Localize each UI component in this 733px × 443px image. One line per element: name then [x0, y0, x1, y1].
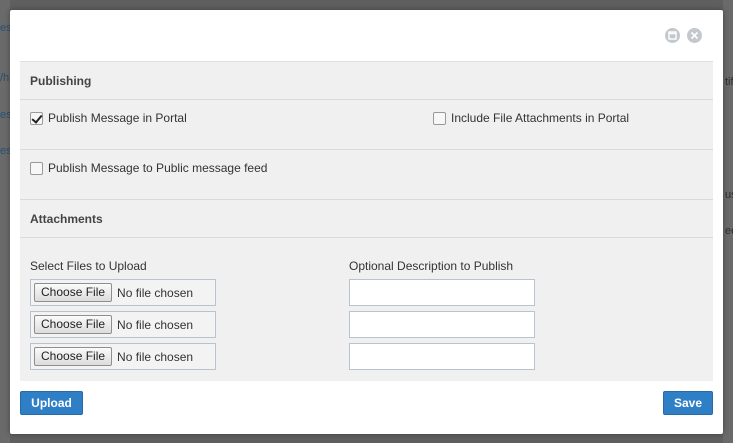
select-files-label: Select Files to Upload: [30, 259, 147, 273]
choose-file-button[interactable]: Choose File: [34, 347, 113, 366]
close-icon[interactable]: [687, 28, 702, 43]
background-page-left: es /h es es: [0, 0, 12, 443]
include-attachments-checkbox[interactable]: [433, 111, 446, 125]
save-button[interactable]: Save: [663, 391, 713, 415]
description-input-1[interactable]: [349, 279, 535, 306]
file-input-3[interactable]: Choose File No file chosen: [30, 343, 216, 370]
upload-button[interactable]: Upload: [20, 391, 83, 415]
background-text: ee: [725, 225, 733, 237]
file-input-1[interactable]: Choose File No file chosen: [30, 279, 216, 306]
choose-file-button[interactable]: Choose File: [34, 315, 113, 334]
divider: [20, 149, 713, 150]
publish-public-feed-checkbox[interactable]: [30, 161, 43, 175]
publish-public-feed-option[interactable]: Publish Message to Public message feed: [30, 161, 267, 175]
dialog-body: Publishing Publish Message in Portal Inc…: [20, 61, 713, 381]
background-page-right: tifi us ee: [723, 0, 733, 443]
description-input-3[interactable]: [349, 343, 535, 370]
publish-public-feed-label: Publish Message to Public message feed: [48, 161, 268, 175]
publish-portal-checkbox[interactable]: [30, 111, 43, 125]
publishing-heading: Publishing: [20, 62, 713, 100]
include-attachments-option[interactable]: Include File Attachments in Portal: [433, 111, 629, 125]
choose-file-button[interactable]: Choose File: [34, 283, 113, 302]
publish-dialog: Publishing Publish Message in Portal Inc…: [10, 10, 723, 434]
file-input-2[interactable]: Choose File No file chosen: [30, 311, 216, 338]
background-text: /h: [0, 72, 10, 84]
maximize-icon[interactable]: [665, 28, 680, 43]
background-text: tifi: [725, 76, 733, 88]
include-attachments-label: Include File Attachments in Portal: [451, 111, 630, 125]
file-status: No file chosen: [117, 285, 194, 300]
background-text: us: [725, 189, 733, 201]
publish-portal-option[interactable]: Publish Message in Portal: [30, 111, 187, 125]
file-status: No file chosen: [117, 349, 194, 364]
attachments-heading: Attachments: [20, 200, 713, 238]
description-input-2[interactable]: [349, 311, 535, 338]
publish-portal-label: Publish Message in Portal: [48, 111, 187, 125]
file-status: No file chosen: [117, 317, 194, 332]
description-label: Optional Description to Publish: [349, 259, 514, 273]
